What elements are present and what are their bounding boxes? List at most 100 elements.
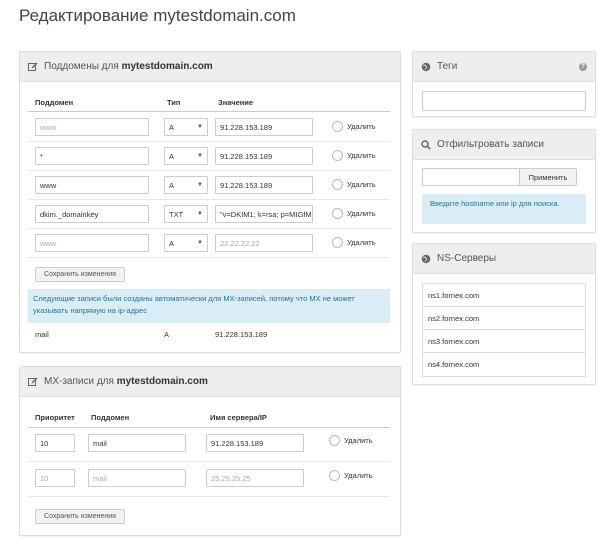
apply-filter-button[interactable]: Применить [519,168,577,186]
record-value-input[interactable]: "v=DKIM1; k=rsa; p=MIGfM [215,205,313,223]
mx-panel-title-prefix: MX-записи для [44,376,117,387]
subdomain-input[interactable]: www [35,234,149,252]
mx-delete-checkbox[interactable]: Удалить [329,435,373,446]
globe-icon [421,254,431,264]
mx-col-header-subdomain: Поддомен [91,413,130,422]
auto-record-name: mail [35,330,49,339]
record-type-select[interactable]: A ▼ [164,234,208,252]
tags-input[interactable] [422,91,586,111]
ns-server-list: ns1.fornex.com ns2.fornex.com ns3.fornex… [422,283,586,377]
header-divider [28,111,390,112]
record-type-select[interactable]: A ▼ [164,147,208,165]
ns-server-item: ns1.fornex.com [423,284,585,307]
mx-col-header-server: Имя сервера/IP [210,413,267,422]
row-divider [28,170,390,171]
mx-server-input[interactable]: 91.228.153.189 [206,434,304,452]
delete-checkbox-circle[interactable] [332,150,343,161]
record-value-input[interactable]: 91.228.153.189 [215,147,313,165]
mx-subdomain-input[interactable]: mail [88,434,186,452]
record-value-input[interactable]: 91.228.153.189 [215,118,313,136]
subdomains-panel-title-domain: mytestdomain.com [121,61,213,72]
col-header-value: Значение [218,98,254,107]
record-type-select[interactable]: A ▼ [164,176,208,194]
delete-checkbox-circle[interactable] [329,470,340,481]
delete-label: Удалить [344,471,373,480]
col-header-subdomain: Поддомен [35,98,74,107]
mx-panel-header: MX-записи для mytestdomain.com [20,367,400,397]
chevron-down-icon: ▼ [197,153,203,159]
mx-delete-checkbox[interactable]: Удалить [329,470,373,481]
tags-panel-title: Теги [437,61,458,72]
search-icon [421,139,431,150]
mx-panel-title-domain: mytestdomain.com [116,376,208,387]
globe-icon [421,62,431,72]
auto-records-info: Следующие записи были созданы автоматиче… [28,289,390,323]
mx-priority-input[interactable]: 10 [35,469,75,487]
filter-input[interactable] [422,168,520,186]
subdomain-input[interactable]: www [35,176,149,194]
delete-checkbox[interactable]: Удалить [332,237,376,248]
mx-row-divider [28,496,390,497]
edit-icon [28,377,38,387]
mx-row-divider [28,461,390,462]
delete-checkbox-circle[interactable] [332,179,343,190]
record-value-input[interactable]: 91.228.153.189 [215,176,313,194]
filter-panel-title: Отфильтровать записи [437,139,544,150]
record-value-input[interactable]: 22.22.22.22 [215,234,313,252]
row-divider [28,141,390,142]
row-divider [28,199,390,200]
help-icon[interactable]: ? [579,62,587,71]
ns-panel-title: NS-Серверы [437,253,497,264]
mx-header-divider [28,427,390,428]
save-subdomains-button[interactable]: Сохранить изменения [35,267,125,282]
auto-record-value: 91.228.153.189 [215,330,268,339]
delete-checkbox-circle[interactable] [332,208,343,219]
delete-checkbox-circle[interactable] [332,121,343,132]
delete-label: Удалить [347,180,376,189]
row-divider [28,257,390,258]
subdomains-panel-header: Поддомены для mytestdomain.com [20,52,400,82]
row-divider [28,228,390,229]
subdomains-panel-title-prefix: Поддомены для [44,61,122,72]
delete-label: Удалить [347,238,376,247]
mx-server-input[interactable]: 25.25.25.25 [206,469,304,487]
ns-panel-header: NS-Серверы [413,244,595,274]
mx-priority-input[interactable]: 10 [35,434,75,452]
delete-label: Удалить [347,209,376,218]
mx-subdomain-input[interactable]: mail [88,469,186,487]
subdomain-input[interactable]: dkim._domainkey [35,205,149,223]
delete-label: Удалить [344,436,373,445]
chevron-down-icon: ▼ [197,182,203,188]
delete-label: Удалить [347,151,376,160]
subdomain-input[interactable]: www [35,118,149,136]
filter-hint: Введите hostname или ip для поиска. [422,194,586,224]
ns-server-item: ns4.fornex.com [428,360,480,369]
filter-panel-header: Отфильтровать записи [413,130,595,160]
auto-record-type: A [164,330,170,339]
mx-col-header-priority: Приоритет [35,413,75,422]
record-type-value: TXT [169,209,184,219]
delete-label: Удалить [347,122,376,131]
save-mx-button[interactable]: Сохранить изменения [35,509,125,524]
record-type-value: A [169,122,175,132]
record-type-select[interactable]: A ▼ [164,118,208,136]
delete-checkbox[interactable]: Удалить [332,121,376,132]
subdomain-input[interactable]: * [35,147,149,165]
edit-icon [28,62,38,72]
record-type-select[interactable]: TXT ▼ [164,205,208,223]
ns-server-item: ns2.fornex.com [423,307,585,330]
record-type-value: A [169,151,175,161]
delete-checkbox-circle[interactable] [332,237,343,248]
delete-checkbox[interactable]: Удалить [332,150,376,161]
chevron-down-icon: ▼ [197,211,203,217]
chevron-down-icon: ▼ [197,240,203,246]
tags-panel-header: Теги ? [413,52,595,82]
chevron-down-icon: ▼ [197,124,203,130]
delete-checkbox[interactable]: Удалить [332,179,376,190]
record-type-value: A [169,180,175,190]
delete-checkbox[interactable]: Удалить [332,208,376,219]
page-title: Редактирование mytestdomain.com [19,6,296,25]
col-header-type: Тип [167,98,181,107]
ns-server-item: ns3.fornex.com [423,330,585,353]
delete-checkbox-circle[interactable] [329,435,340,446]
